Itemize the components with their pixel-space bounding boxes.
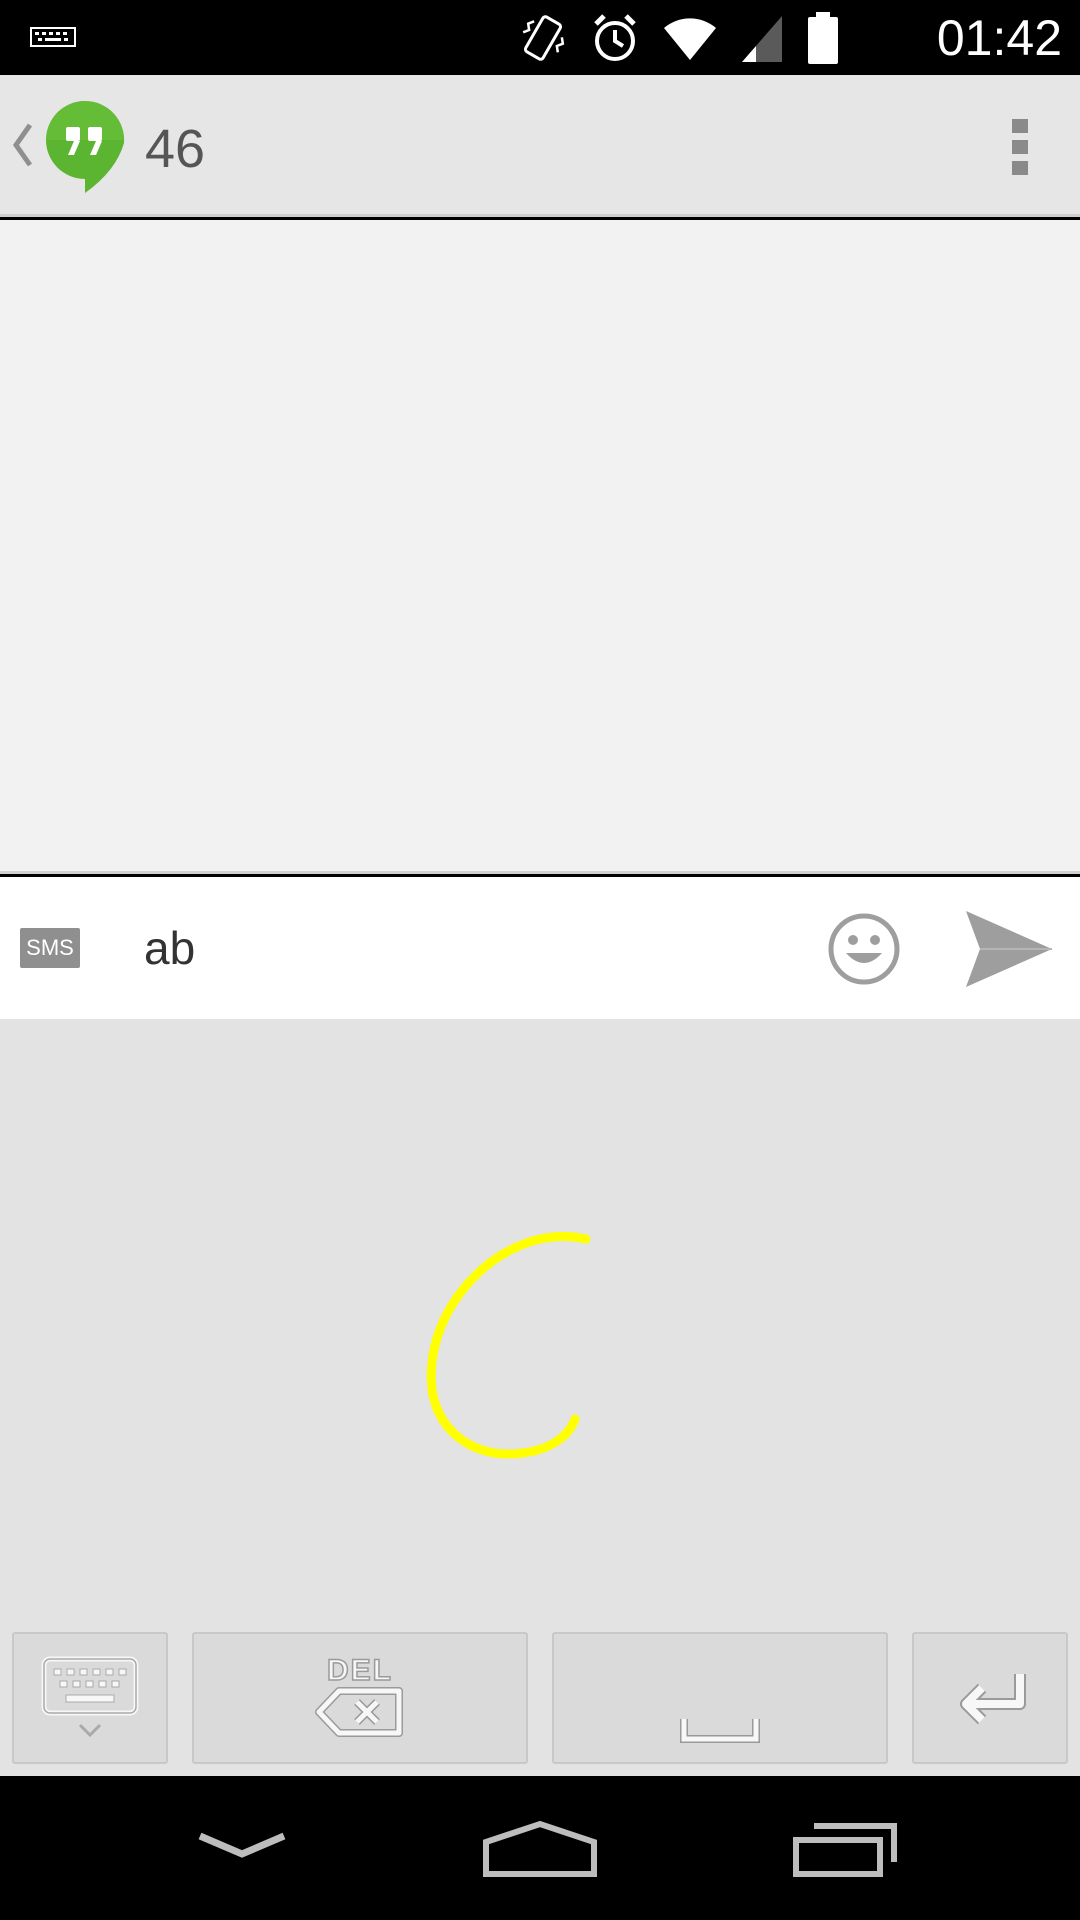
message-input[interactable] [144, 912, 784, 984]
clock: 01:42 [936, 10, 1062, 66]
wifi-icon [664, 18, 716, 60]
compose-bar: SMS [0, 877, 1080, 1019]
overflow-dot [1012, 161, 1028, 175]
status-bar: 01:42 [0, 0, 1080, 75]
hangouts-icon[interactable] [44, 99, 126, 195]
enter-icon [960, 1674, 1026, 1725]
up-navigation-chevron-icon[interactable] [10, 115, 34, 175]
space-icon [680, 1719, 760, 1743]
home-button[interactable] [480, 1812, 600, 1884]
cell-signal-icon [742, 16, 782, 62]
navigation-bar [0, 1776, 1080, 1920]
keyboard-notification-icon [30, 27, 76, 47]
handwriting-canvas[interactable] [0, 1019, 1080, 1619]
space-button[interactable] [552, 1632, 888, 1764]
alarm-icon [594, 14, 636, 61]
handwriting-keyboard: DEL [0, 1019, 1080, 1776]
vibrate-icon [522, 15, 565, 61]
status-icons [518, 10, 840, 66]
overflow-dot [1012, 119, 1028, 133]
enter-button[interactable] [912, 1632, 1068, 1764]
keyboard-hide-icon [41, 1656, 139, 1738]
ink-stroke [426, 1232, 591, 1459]
recents-button[interactable] [784, 1812, 904, 1884]
emoji-icon[interactable] [826, 911, 902, 987]
backspace-icon [315, 1687, 403, 1737]
action-bar: 46 [0, 75, 1080, 217]
sms-badge[interactable]: SMS [20, 928, 80, 968]
delete-button[interactable]: DEL [192, 1632, 528, 1764]
battery-icon [808, 12, 838, 64]
send-icon[interactable] [962, 907, 1054, 991]
del-label: DEL [326, 1653, 393, 1688]
keyboard-key-row: DEL [0, 1632, 1080, 1766]
hide-keyboard-button[interactable] [12, 1632, 168, 1764]
overflow-menu-icon[interactable] [1000, 115, 1040, 179]
conversation-area[interactable] [0, 220, 1080, 874]
back-button[interactable] [182, 1812, 302, 1884]
overflow-dot [1012, 140, 1028, 154]
conversation-title[interactable]: 46 [145, 117, 205, 181]
